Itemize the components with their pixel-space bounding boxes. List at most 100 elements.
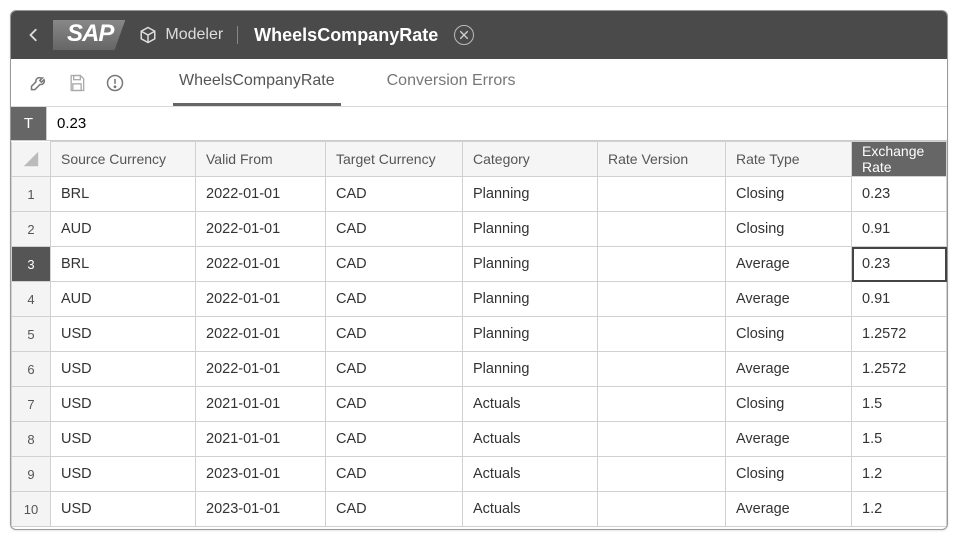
cell-category[interactable]: Actuals <box>463 387 598 422</box>
cell-category[interactable]: Actuals <box>463 492 598 527</box>
cell-valid-from[interactable]: 2022-01-01 <box>196 352 326 387</box>
close-icon[interactable] <box>454 25 474 45</box>
cell-rate-type[interactable]: Average <box>726 282 852 317</box>
cell-category[interactable]: Planning <box>463 247 598 282</box>
col-valid-from[interactable]: Valid From <box>196 142 326 177</box>
cell-target-currency[interactable]: CAD <box>326 492 463 527</box>
cell-category[interactable]: Planning <box>463 177 598 212</box>
modeler-breadcrumb[interactable]: Modeler <box>139 26 238 44</box>
cell-category[interactable]: Planning <box>463 317 598 352</box>
cell-valid-from[interactable]: 2023-01-01 <box>196 457 326 492</box>
row-number[interactable]: 5 <box>12 317 51 352</box>
cell-target-currency[interactable]: CAD <box>326 282 463 317</box>
cell-rate-version[interactable] <box>598 492 726 527</box>
table-row[interactable]: 6USD2022-01-01CADPlanning Average1.2572 <box>12 352 947 387</box>
formula-input[interactable]: 0.23 <box>47 107 947 140</box>
cell-category[interactable]: Planning <box>463 212 598 247</box>
formula-type-indicator[interactable]: T <box>11 107 47 140</box>
cell-rate-type[interactable]: Average <box>726 422 852 457</box>
cell-rate-type[interactable]: Closing <box>726 177 852 212</box>
row-number[interactable]: 3 <box>12 247 51 282</box>
row-number[interactable]: 8 <box>12 422 51 457</box>
table-row[interactable]: 3BRL2022-01-01CADPlanning Average0.23 <box>12 247 947 282</box>
cell-rate-type[interactable]: Closing <box>726 457 852 492</box>
tab-conversion-errors[interactable]: Conversion Errors <box>381 59 522 106</box>
cell-rate-version[interactable] <box>598 177 726 212</box>
cell-rate-version[interactable] <box>598 212 726 247</box>
cell-source-currency[interactable]: BRL <box>51 247 196 282</box>
row-number[interactable]: 1 <box>12 177 51 212</box>
cell-rate-version[interactable] <box>598 282 726 317</box>
cell-exchange-rate[interactable]: 0.91 <box>852 282 947 317</box>
row-number[interactable]: 4 <box>12 282 51 317</box>
cell-source-currency[interactable]: USD <box>51 352 196 387</box>
col-target-currency[interactable]: Target Currency <box>326 142 463 177</box>
table-row[interactable]: 7USD2021-01-01CADActualsClosing1.5 <box>12 387 947 422</box>
cell-exchange-rate[interactable]: 0.23 <box>852 177 947 212</box>
cell-exchange-rate[interactable]: 1.2572 <box>852 352 947 387</box>
table-row[interactable]: 10USD2023-01-01CADActualsAverage1.2 <box>12 492 947 527</box>
cell-valid-from[interactable]: 2021-01-01 <box>196 422 326 457</box>
cell-target-currency[interactable]: CAD <box>326 387 463 422</box>
col-rate-type[interactable]: Rate Type <box>726 142 852 177</box>
cell-rate-version[interactable] <box>598 387 726 422</box>
cell-category[interactable]: Planning <box>463 352 598 387</box>
back-icon[interactable] <box>27 28 41 42</box>
table-row[interactable]: 9USD2023-01-01CADActuals Closing1.2 <box>12 457 947 492</box>
cell-valid-from[interactable]: 2022-01-01 <box>196 282 326 317</box>
table-row[interactable]: 1BRL2022-01-01CADPlanning Closing0.23 <box>12 177 947 212</box>
row-number[interactable]: 2 <box>12 212 51 247</box>
tab-main[interactable]: WheelsCompanyRate <box>173 59 341 106</box>
row-number[interactable]: 6 <box>12 352 51 387</box>
cell-target-currency[interactable]: CAD <box>326 212 463 247</box>
cell-rate-type[interactable]: Closing <box>726 387 852 422</box>
cell-exchange-rate[interactable]: 1.2572 <box>852 317 947 352</box>
wrench-icon[interactable] <box>29 73 49 93</box>
cell-valid-from[interactable]: 2022-01-01 <box>196 212 326 247</box>
cell-rate-type[interactable]: Average <box>726 352 852 387</box>
row-number[interactable]: 10 <box>12 492 51 527</box>
cell-target-currency[interactable]: CAD <box>326 422 463 457</box>
cell-exchange-rate[interactable]: 0.23 <box>852 247 947 282</box>
cell-target-currency[interactable]: CAD <box>326 457 463 492</box>
cell-valid-from[interactable]: 2022-01-01 <box>196 177 326 212</box>
cell-source-currency[interactable]: USD <box>51 422 196 457</box>
cell-category[interactable]: Planning <box>463 282 598 317</box>
cell-exchange-rate[interactable]: 1.5 <box>852 422 947 457</box>
cell-category[interactable]: Actuals <box>463 457 598 492</box>
cell-valid-from[interactable]: 2022-01-01 <box>196 247 326 282</box>
alert-icon[interactable] <box>105 73 125 93</box>
cell-rate-type[interactable]: Closing <box>726 212 852 247</box>
row-number[interactable]: 7 <box>12 387 51 422</box>
cell-source-currency[interactable]: USD <box>51 317 196 352</box>
row-number[interactable]: 9 <box>12 457 51 492</box>
cell-source-currency[interactable]: BRL <box>51 177 196 212</box>
cell-source-currency[interactable]: AUD <box>51 212 196 247</box>
cell-target-currency[interactable]: CAD <box>326 317 463 352</box>
cell-rate-version[interactable] <box>598 457 726 492</box>
table-row[interactable]: 8USD2021-01-01CADActualsAverage1.5 <box>12 422 947 457</box>
save-icon[interactable] <box>67 73 87 93</box>
cell-exchange-rate[interactable]: 1.5 <box>852 387 947 422</box>
cell-target-currency[interactable]: CAD <box>326 352 463 387</box>
cell-source-currency[interactable]: USD <box>51 492 196 527</box>
cell-source-currency[interactable]: USD <box>51 457 196 492</box>
cell-valid-from[interactable]: 2021-01-01 <box>196 387 326 422</box>
cell-rate-type[interactable]: Closing <box>726 317 852 352</box>
col-source-currency[interactable]: Source Currency <box>51 142 196 177</box>
table-row[interactable]: 2AUD2022-01-01CADPlanning Closing0.91 <box>12 212 947 247</box>
cell-rate-version[interactable] <box>598 247 726 282</box>
col-rate-version[interactable]: Rate Version <box>598 142 726 177</box>
cell-rate-version[interactable] <box>598 422 726 457</box>
cell-target-currency[interactable]: CAD <box>326 247 463 282</box>
table-row[interactable]: 5USD2022-01-01CADPlanningClosing1.2572 <box>12 317 947 352</box>
cell-rate-version[interactable] <box>598 317 726 352</box>
select-all-corner[interactable] <box>12 142 51 177</box>
cell-rate-type[interactable]: Average <box>726 247 852 282</box>
cell-source-currency[interactable]: AUD <box>51 282 196 317</box>
cell-exchange-rate[interactable]: 1.2 <box>852 457 947 492</box>
cell-exchange-rate[interactable]: 0.91 <box>852 212 947 247</box>
cell-target-currency[interactable]: CAD <box>326 177 463 212</box>
col-exchange-rate[interactable]: Exchange Rate <box>852 142 947 177</box>
cell-rate-type[interactable]: Average <box>726 492 852 527</box>
